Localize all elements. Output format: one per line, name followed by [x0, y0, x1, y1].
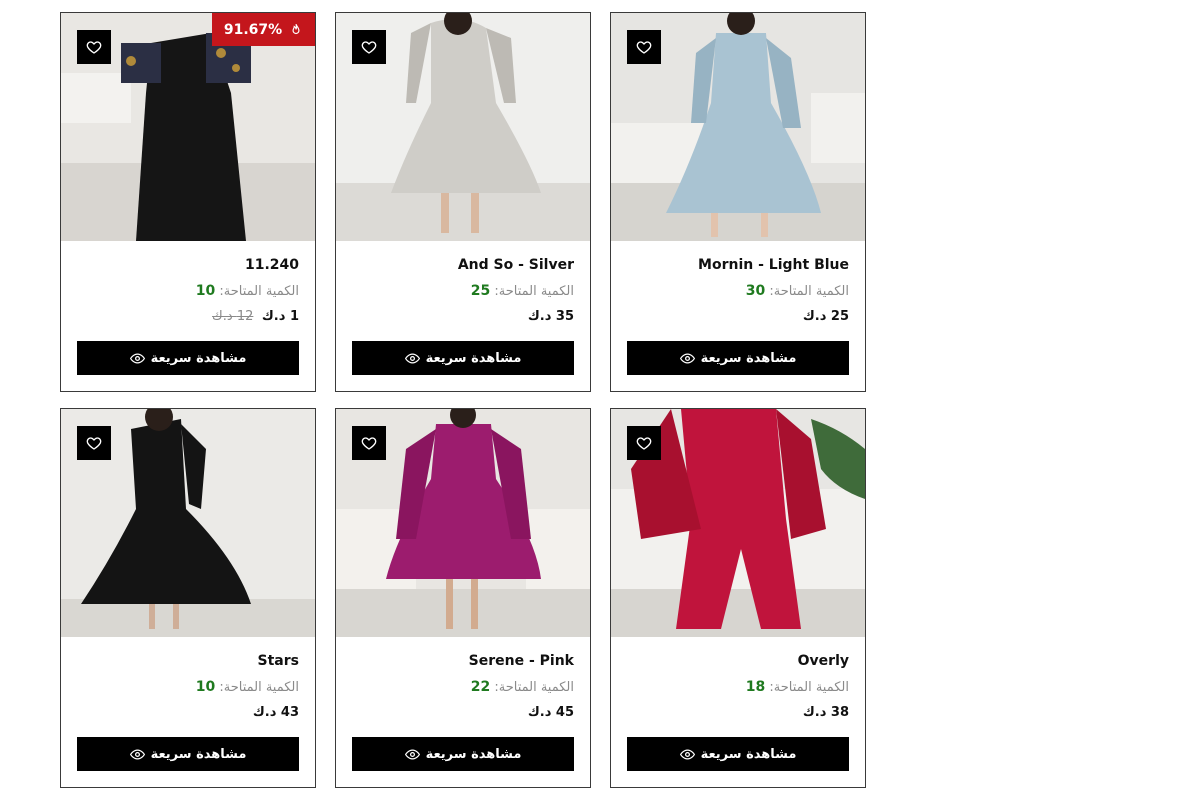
eye-icon: [679, 352, 695, 364]
product-price: 38 د.ك: [627, 705, 849, 725]
quick-view-label: مشاهدة سريعة: [425, 350, 522, 366]
product-card[interactable]: And So - Silver الكمية المتاحة: 25 35 د.…: [335, 12, 591, 392]
stock-label: الكمية المتاحة:: [769, 680, 849, 695]
quick-view-label: مشاهدة سريعة: [425, 746, 522, 762]
stock-label: الكمية المتاحة:: [219, 680, 299, 695]
product-price: 25 د.ك: [627, 309, 849, 329]
current-price: 35 د.ك: [527, 309, 574, 324]
quick-view-label: مشاهدة سريعة: [150, 746, 247, 762]
product-card[interactable]: 91.67% 11.240 الكمية المتاحة: 10 1 د.ك 1…: [60, 12, 316, 392]
product-info: Mornin - Light Blue الكمية المتاحة: 30 2…: [627, 241, 849, 329]
product-card[interactable]: Mornin - Light Blue الكمية المتاحة: 30 2…: [610, 12, 866, 392]
current-price: 25 د.ك: [802, 309, 849, 324]
quick-view-button[interactable]: مشاهدة سريعة: [352, 737, 574, 771]
heart-outline-icon: [636, 41, 652, 54]
discount-badge: 91.67%: [212, 13, 315, 46]
wishlist-button[interactable]: [352, 30, 386, 64]
product-price: 45 د.ك: [352, 705, 574, 725]
eye-icon: [129, 352, 145, 364]
eye-icon: [404, 352, 420, 364]
stock-value: 10: [195, 679, 216, 695]
stock-quantity: الكمية المتاحة: 22: [352, 679, 574, 699]
stock-quantity: الكمية المتاحة: 30: [627, 283, 849, 303]
current-price: 38 د.ك: [802, 705, 849, 720]
product-grid: 91.67% 11.240 الكمية المتاحة: 10 1 د.ك 1…: [60, 12, 866, 792]
heart-outline-icon: [86, 41, 102, 54]
product-name[interactable]: Serene - Pink: [352, 653, 574, 673]
product-info: Stars الكمية المتاحة: 10 43 د.ك: [77, 637, 299, 725]
stock-quantity: الكمية المتاحة: 10: [77, 283, 299, 303]
quick-view-button[interactable]: مشاهدة سريعة: [352, 341, 574, 375]
heart-outline-icon: [636, 437, 652, 450]
quick-view-button[interactable]: مشاهدة سريعة: [77, 341, 299, 375]
wishlist-button[interactable]: [77, 426, 111, 460]
stock-label: الكمية المتاحة:: [494, 680, 574, 695]
stock-label: الكمية المتاحة:: [219, 284, 299, 299]
eye-icon: [404, 748, 420, 760]
product-name[interactable]: Overly: [627, 653, 849, 673]
stock-value: 10: [195, 283, 216, 299]
stock-value: 30: [745, 283, 766, 299]
current-price: 1 د.ك: [261, 309, 299, 324]
quick-view-button[interactable]: مشاهدة سريعة: [77, 737, 299, 771]
product-card[interactable]: Overly الكمية المتاحة: 18 38 د.ك مشاهدة …: [610, 408, 866, 788]
wishlist-button[interactable]: [352, 426, 386, 460]
product-info: Overly الكمية المتاحة: 18 38 د.ك: [627, 637, 849, 725]
product-name[interactable]: Stars: [77, 653, 299, 673]
product-price: 43 د.ك: [77, 705, 299, 725]
heart-outline-icon: [361, 41, 377, 54]
product-price: 35 د.ك: [352, 309, 574, 329]
quick-view-label: مشاهدة سريعة: [150, 350, 247, 366]
wishlist-button[interactable]: [627, 30, 661, 64]
stock-label: الكمية المتاحة:: [769, 284, 849, 299]
quick-view-button[interactable]: مشاهدة سريعة: [627, 341, 849, 375]
eye-icon: [679, 748, 695, 760]
old-price: 12 د.ك: [212, 309, 254, 324]
product-price: 1 د.ك 12 د.ك: [77, 309, 299, 329]
wishlist-button[interactable]: [77, 30, 111, 64]
quick-view-button[interactable]: مشاهدة سريعة: [627, 737, 849, 771]
stock-value: 18: [745, 679, 766, 695]
current-price: 45 د.ك: [527, 705, 574, 720]
product-name[interactable]: 11.240: [77, 257, 299, 277]
wishlist-button[interactable]: [627, 426, 661, 460]
current-price: 43 د.ك: [252, 705, 299, 720]
stock-quantity: الكمية المتاحة: 10: [77, 679, 299, 699]
stock-quantity: الكمية المتاحة: 18: [627, 679, 849, 699]
product-name[interactable]: And So - Silver: [352, 257, 574, 277]
product-card[interactable]: Serene - Pink الكمية المتاحة: 22 45 د.ك …: [335, 408, 591, 788]
product-info: And So - Silver الكمية المتاحة: 25 35 د.…: [352, 241, 574, 329]
eye-icon: [129, 748, 145, 760]
product-card[interactable]: Stars الكمية المتاحة: 10 43 د.ك مشاهدة س…: [60, 408, 316, 788]
fire-icon: [292, 23, 300, 34]
discount-percent: 91.67%: [223, 21, 283, 38]
stock-quantity: الكمية المتاحة: 25: [352, 283, 574, 303]
stock-label: الكمية المتاحة:: [494, 284, 574, 299]
product-info: Serene - Pink الكمية المتاحة: 22 45 د.ك: [352, 637, 574, 725]
quick-view-label: مشاهدة سريعة: [700, 746, 797, 762]
product-name[interactable]: Mornin - Light Blue: [627, 257, 849, 277]
heart-outline-icon: [86, 437, 102, 450]
quick-view-label: مشاهدة سريعة: [700, 350, 797, 366]
stock-value: 25: [470, 283, 491, 299]
stock-value: 22: [470, 679, 491, 695]
heart-outline-icon: [361, 437, 377, 450]
product-info: 11.240 الكمية المتاحة: 10 1 د.ك 12 د.ك: [77, 241, 299, 329]
